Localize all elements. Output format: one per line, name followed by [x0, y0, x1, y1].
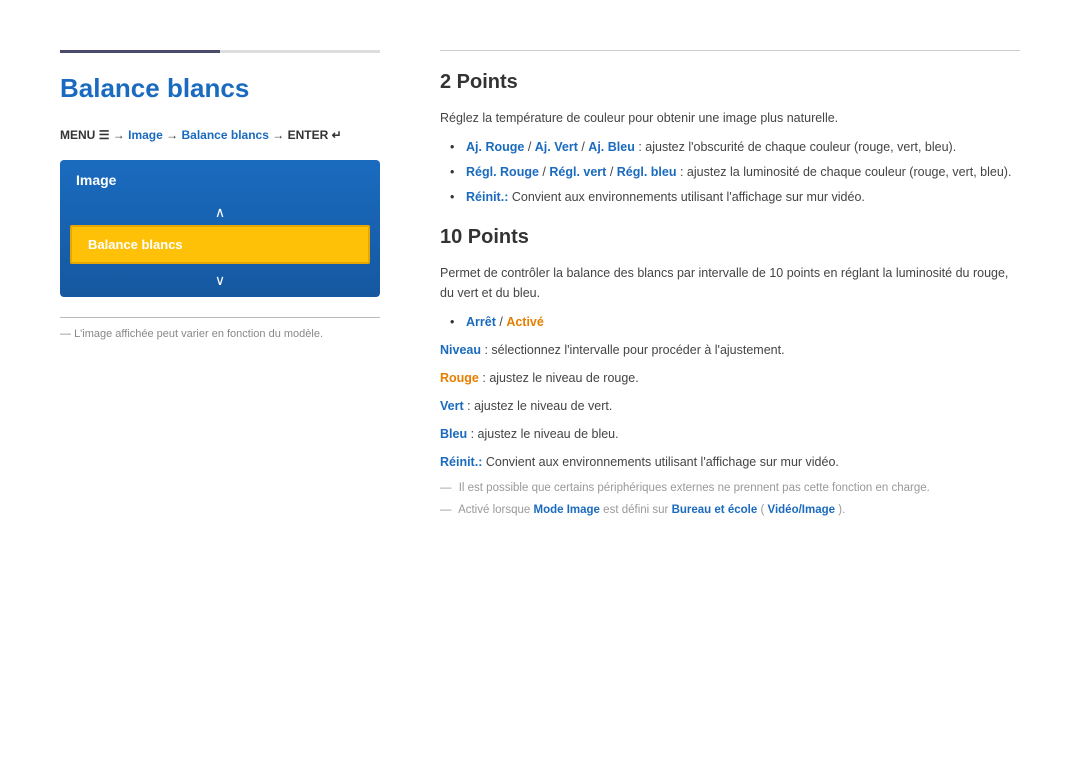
- nav-balance[interactable]: Balance blancs: [182, 128, 269, 142]
- footnote-text: L'image affichée peut varier en fonction…: [74, 328, 323, 340]
- menu-down-arrow[interactable]: ∨: [60, 264, 380, 297]
- reinit-line: Réinit.: Convient aux environnements uti…: [440, 452, 1020, 472]
- rouge-label: Rouge: [440, 371, 479, 385]
- bullet3-reinit: Réinit.:: [466, 190, 508, 204]
- reinit-label: Réinit.:: [440, 455, 482, 469]
- note2-paren-close: ).: [838, 504, 845, 516]
- enter-icon: ↵: [332, 128, 342, 142]
- niveau-line: Niveau : sélectionnez l'intervalle pour …: [440, 340, 1020, 360]
- nav-enter: ENTER: [288, 128, 329, 142]
- top-border-right: [440, 50, 1020, 51]
- footnote: ― L'image affichée peut varier en foncti…: [60, 328, 380, 340]
- note1: ― Il est possible que certains périphéri…: [440, 480, 1020, 497]
- bullet-3: Réinit.: Convient aux environnements uti…: [450, 188, 1020, 207]
- menu-box: Image ∧ Balance blancs ∨: [60, 160, 380, 297]
- right-panel: 2 Points Réglez la température de couleu…: [420, 50, 1020, 525]
- nav-image[interactable]: Image: [128, 128, 163, 142]
- vert-line: Vert : ajustez le niveau de vert.: [440, 396, 1020, 416]
- note2-prefix: Activé lorsque: [458, 504, 533, 516]
- bullet-1: Aj. Rouge / Aj. Vert / Aj. Bleu : ajuste…: [450, 138, 1020, 157]
- bullet1-aj-rouge: Aj. Rouge: [466, 140, 524, 154]
- bullet1-aj-bleu: Aj. Bleu: [588, 140, 635, 154]
- page-title: Balance blancs: [60, 73, 380, 104]
- note2: ― Activé lorsque Mode Image est défini s…: [440, 502, 1020, 519]
- section1-title: 2 Points: [440, 71, 1020, 94]
- bullet1-suffix: : ajustez l'obscurité de chaque couleur …: [638, 140, 956, 154]
- bullet-2: Régl. Rouge / Régl. vert / Régl. bleu : …: [450, 163, 1020, 182]
- note2-dash: ―: [440, 502, 452, 519]
- menu-word: MENU: [60, 128, 95, 142]
- menu-up-arrow[interactable]: ∧: [60, 200, 380, 225]
- rouge-line: Rouge : ajustez le niveau de rouge.: [440, 368, 1020, 388]
- bullet2-regl-bleu: Régl. bleu: [617, 165, 677, 179]
- niveau-text: : sélectionnez l'intervalle pour procéde…: [484, 343, 784, 357]
- note2-video: Vidéo/Image: [767, 504, 835, 516]
- section2-intro: Permet de contrôler la balance des blanc…: [440, 263, 1020, 303]
- bleu-text: : ajustez le niveau de bleu.: [471, 427, 619, 441]
- section2-bullets: Arrêt / Activé: [440, 313, 1020, 332]
- note1-dash: ―: [440, 480, 452, 497]
- menu-icon: ☰: [99, 128, 113, 142]
- bleu-label: Bleu: [440, 427, 467, 441]
- footnote-dash: ―: [60, 328, 74, 340]
- bullet3-suffix: Convient aux environnements utilisant l'…: [512, 190, 865, 204]
- nav-arrow-1: →: [113, 128, 125, 142]
- section1-desc: Réglez la température de couleur pour ob…: [440, 108, 1020, 128]
- vert-label: Vert: [440, 399, 464, 413]
- left-panel: Balance blancs MENU ☰ → Image → Balance …: [60, 50, 380, 525]
- bullet-active: Activé: [506, 315, 544, 329]
- bullet2-sep2: /: [610, 165, 617, 179]
- reinit-text: Convient aux environnements utilisant l'…: [486, 455, 839, 469]
- bullet2-regl-rouge: Régl. Rouge: [466, 165, 539, 179]
- bullet2-suffix: : ajustez la luminosité de chaque couleu…: [680, 165, 1011, 179]
- bullet-arret-active: Arrêt / Activé: [450, 313, 1020, 332]
- note2-paren-open: (: [760, 504, 764, 516]
- rouge-text: : ajustez le niveau de rouge.: [482, 371, 638, 385]
- vert-text: : ajustez le niveau de vert.: [467, 399, 612, 413]
- note2-bureau: Bureau et école: [672, 504, 758, 516]
- menu-selected-balance[interactable]: Balance blancs: [70, 225, 370, 264]
- divider: [60, 317, 380, 318]
- menu-header: Image: [60, 160, 380, 200]
- nav-arrow-3: →: [272, 128, 284, 142]
- bullet1-aj-vert: Aj. Vert: [535, 140, 578, 154]
- section2-title: 10 Points: [440, 226, 1020, 249]
- bleu-line: Bleu : ajustez le niveau de bleu.: [440, 424, 1020, 444]
- top-border-left: [60, 50, 380, 53]
- note2-mid: est défini sur: [603, 504, 671, 516]
- nav-arrow-2: →: [166, 128, 178, 142]
- note1-text: Il est possible que certains périphériqu…: [459, 482, 930, 494]
- note2-mode: Mode Image: [534, 504, 600, 516]
- bullet2-regl-vert: Régl. vert: [549, 165, 606, 179]
- bullet1-sep1: /: [528, 140, 535, 154]
- menu-nav: MENU ☰ → Image → Balance blancs → ENTER …: [60, 128, 380, 142]
- section1-bullets: Aj. Rouge / Aj. Vert / Aj. Bleu : ajuste…: [440, 138, 1020, 206]
- niveau-label: Niveau: [440, 343, 481, 357]
- bullet-arret: Arrêt: [466, 315, 496, 329]
